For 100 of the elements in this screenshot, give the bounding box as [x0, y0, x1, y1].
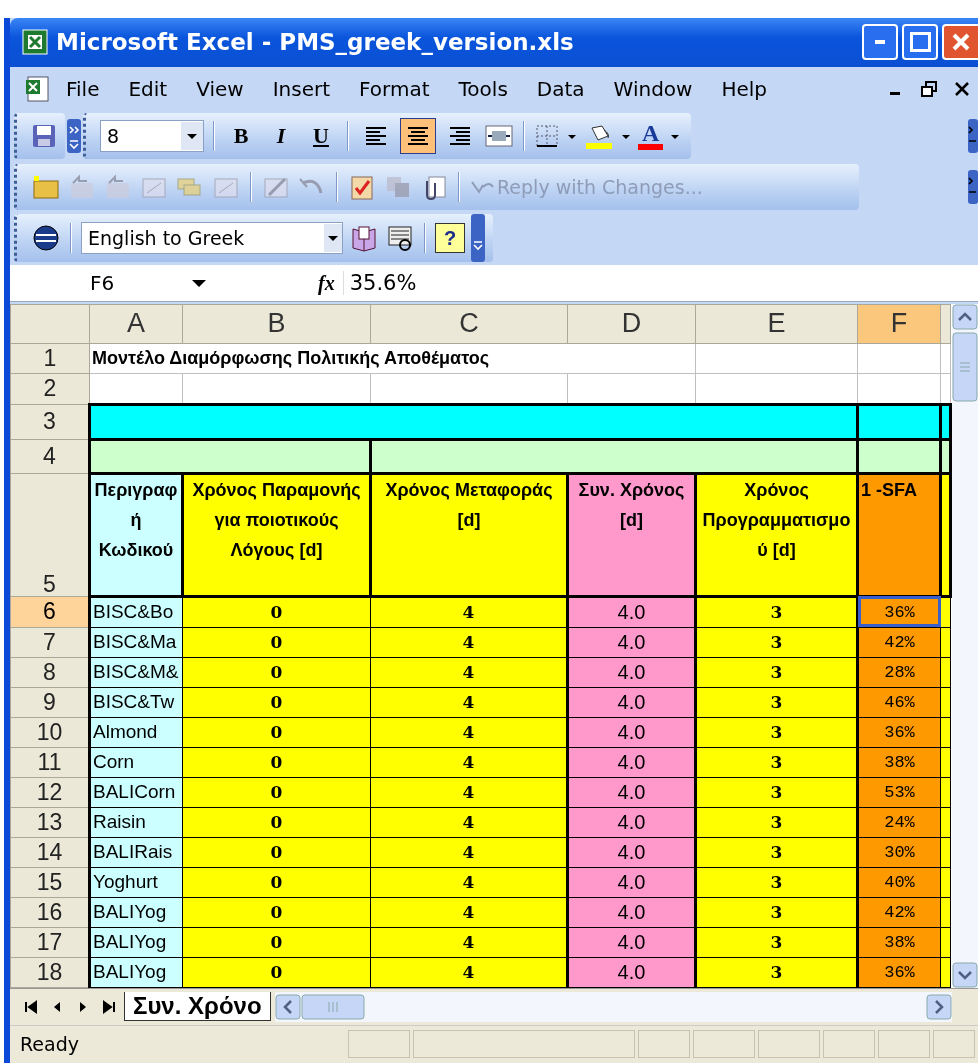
- scroll-thumb[interactable]: [300, 993, 365, 1020]
- table-cell: 46%: [857, 687, 941, 718]
- bold-button[interactable]: B: [224, 119, 258, 154]
- table-cell: 0: [182, 777, 371, 808]
- table-cell: 3: [695, 807, 858, 838]
- column-header[interactable]: B: [182, 304, 371, 344]
- menu-item[interactable]: File: [54, 76, 117, 101]
- maximize-button[interactable]: [902, 24, 938, 61]
- row-header[interactable]: 17: [10, 927, 90, 958]
- column-header[interactable]: E: [695, 304, 858, 344]
- close-icon[interactable]: [954, 80, 970, 97]
- toolbar-options-icon[interactable]: [968, 119, 978, 154]
- table-cell: 4.0: [567, 627, 696, 658]
- row-header[interactable]: 10: [10, 717, 90, 748]
- row-header[interactable]: 7: [10, 627, 90, 658]
- book-icon[interactable]: [349, 223, 379, 253]
- table-cell: 36%: [857, 717, 941, 748]
- column-header[interactable]: C: [370, 304, 568, 344]
- font-size-field[interactable]: 8: [100, 120, 204, 153]
- table-cell: 4.0: [567, 897, 696, 928]
- row-header[interactable]: 15: [10, 867, 90, 898]
- table-cell: 4: [370, 717, 568, 748]
- column-header[interactable]: F: [857, 304, 941, 344]
- minimize-icon: [874, 39, 886, 46]
- font-color-button[interactable]: A: [638, 122, 664, 151]
- scroll-thumb[interactable]: [952, 331, 978, 402]
- table-cell: 4: [370, 747, 568, 778]
- sheet-tab[interactable]: Συν. Χρόνο: [124, 992, 271, 1022]
- borders-icon[interactable]: [534, 123, 560, 150]
- table-cell: 4.0: [567, 807, 696, 838]
- italic-button[interactable]: I: [264, 119, 298, 154]
- table-cell: BALIRais: [89, 837, 183, 868]
- table-cell: 4.0: [567, 777, 696, 808]
- table-cell: BISC&Bo: [89, 596, 183, 628]
- table-cell: 4: [370, 837, 568, 868]
- row-header[interactable]: 5: [10, 473, 90, 597]
- scroll-down-button[interactable]: [952, 961, 978, 988]
- table-cell: 3: [695, 777, 858, 808]
- row-header[interactable]: 8: [10, 657, 90, 688]
- table-cell: 3: [695, 596, 858, 628]
- fill-color-icon[interactable]: [584, 122, 614, 151]
- table-cell: 0: [182, 657, 371, 688]
- scroll-right-button[interactable]: [926, 993, 952, 1020]
- column-header[interactable]: A: [89, 304, 183, 344]
- row-header[interactable]: 3: [10, 404, 90, 440]
- restore-icon[interactable]: [920, 79, 938, 98]
- table-cell: BISC&Ma: [89, 627, 183, 658]
- table-cell: 4: [370, 657, 568, 688]
- minimize-button[interactable]: [862, 24, 898, 61]
- menu-item[interactable]: Edit: [116, 76, 185, 101]
- globe-icon[interactable]: [31, 223, 61, 253]
- table-cell: 4: [370, 927, 568, 958]
- save-icon[interactable]: [31, 123, 57, 150]
- toolbar-options-icon[interactable]: [67, 119, 81, 154]
- menu-item[interactable]: Format: [347, 76, 447, 101]
- status-panel: [758, 1030, 820, 1059]
- table-cell: 4: [370, 687, 568, 718]
- row-header[interactable]: 4: [10, 439, 90, 474]
- row-header[interactable]: 16: [10, 897, 90, 928]
- caret-icon: [181, 122, 203, 151]
- menu-item[interactable]: Tools: [446, 76, 525, 101]
- merge-center-icon[interactable]: [484, 123, 514, 150]
- row-header[interactable]: 13: [10, 807, 90, 838]
- menu-item[interactable]: Insert: [260, 76, 348, 101]
- window-title: Microsoft Excel - PMS_greek_version.xls: [56, 29, 574, 56]
- close-button[interactable]: [942, 24, 978, 61]
- table-cell: 30%: [857, 837, 941, 868]
- table-cell: BALIYog: [89, 897, 183, 928]
- row-header[interactable]: 18: [10, 957, 90, 988]
- menu-item[interactable]: Help: [709, 76, 785, 101]
- scroll-left-button[interactable]: [274, 993, 301, 1020]
- row-header[interactable]: 9: [10, 687, 90, 718]
- align-center-icon-button[interactable]: [400, 118, 436, 155]
- table-cell: BISC&Tw: [89, 687, 183, 718]
- menu-item[interactable]: View: [184, 76, 261, 101]
- row-header[interactable]: 2: [10, 373, 90, 405]
- row-header[interactable]: 11: [10, 747, 90, 778]
- row-header[interactable]: 1: [10, 343, 90, 374]
- underline-button[interactable]: U: [304, 119, 338, 154]
- table-cell: 53%: [857, 777, 941, 808]
- menu-item[interactable]: Window: [601, 76, 710, 101]
- research-icon[interactable]: [385, 223, 415, 253]
- folder-icon[interactable]: [31, 173, 61, 202]
- menu-item[interactable]: Data: [524, 76, 602, 101]
- table-cell: 38%: [857, 747, 941, 778]
- column-header[interactable]: D: [567, 304, 696, 344]
- table-cell: 28%: [857, 657, 941, 688]
- scroll-up-button[interactable]: [952, 303, 978, 330]
- row-header[interactable]: 6: [10, 596, 90, 628]
- row-header[interactable]: 12: [10, 777, 90, 808]
- horizontal-scroll-track[interactable]: [274, 991, 952, 1022]
- table-cell: 0: [182, 807, 371, 838]
- status-panel: [693, 1030, 755, 1059]
- insert-function-button[interactable]: fx: [318, 271, 335, 295]
- table-cell: 42%: [857, 897, 941, 928]
- table-cell: 0: [182, 837, 371, 868]
- help-button[interactable]: ?: [435, 223, 465, 253]
- translation-direction-dropdown[interactable]: English to Greek: [81, 222, 343, 254]
- row-header[interactable]: 14: [10, 837, 90, 868]
- toolbar-options-icon[interactable]: [968, 170, 978, 205]
